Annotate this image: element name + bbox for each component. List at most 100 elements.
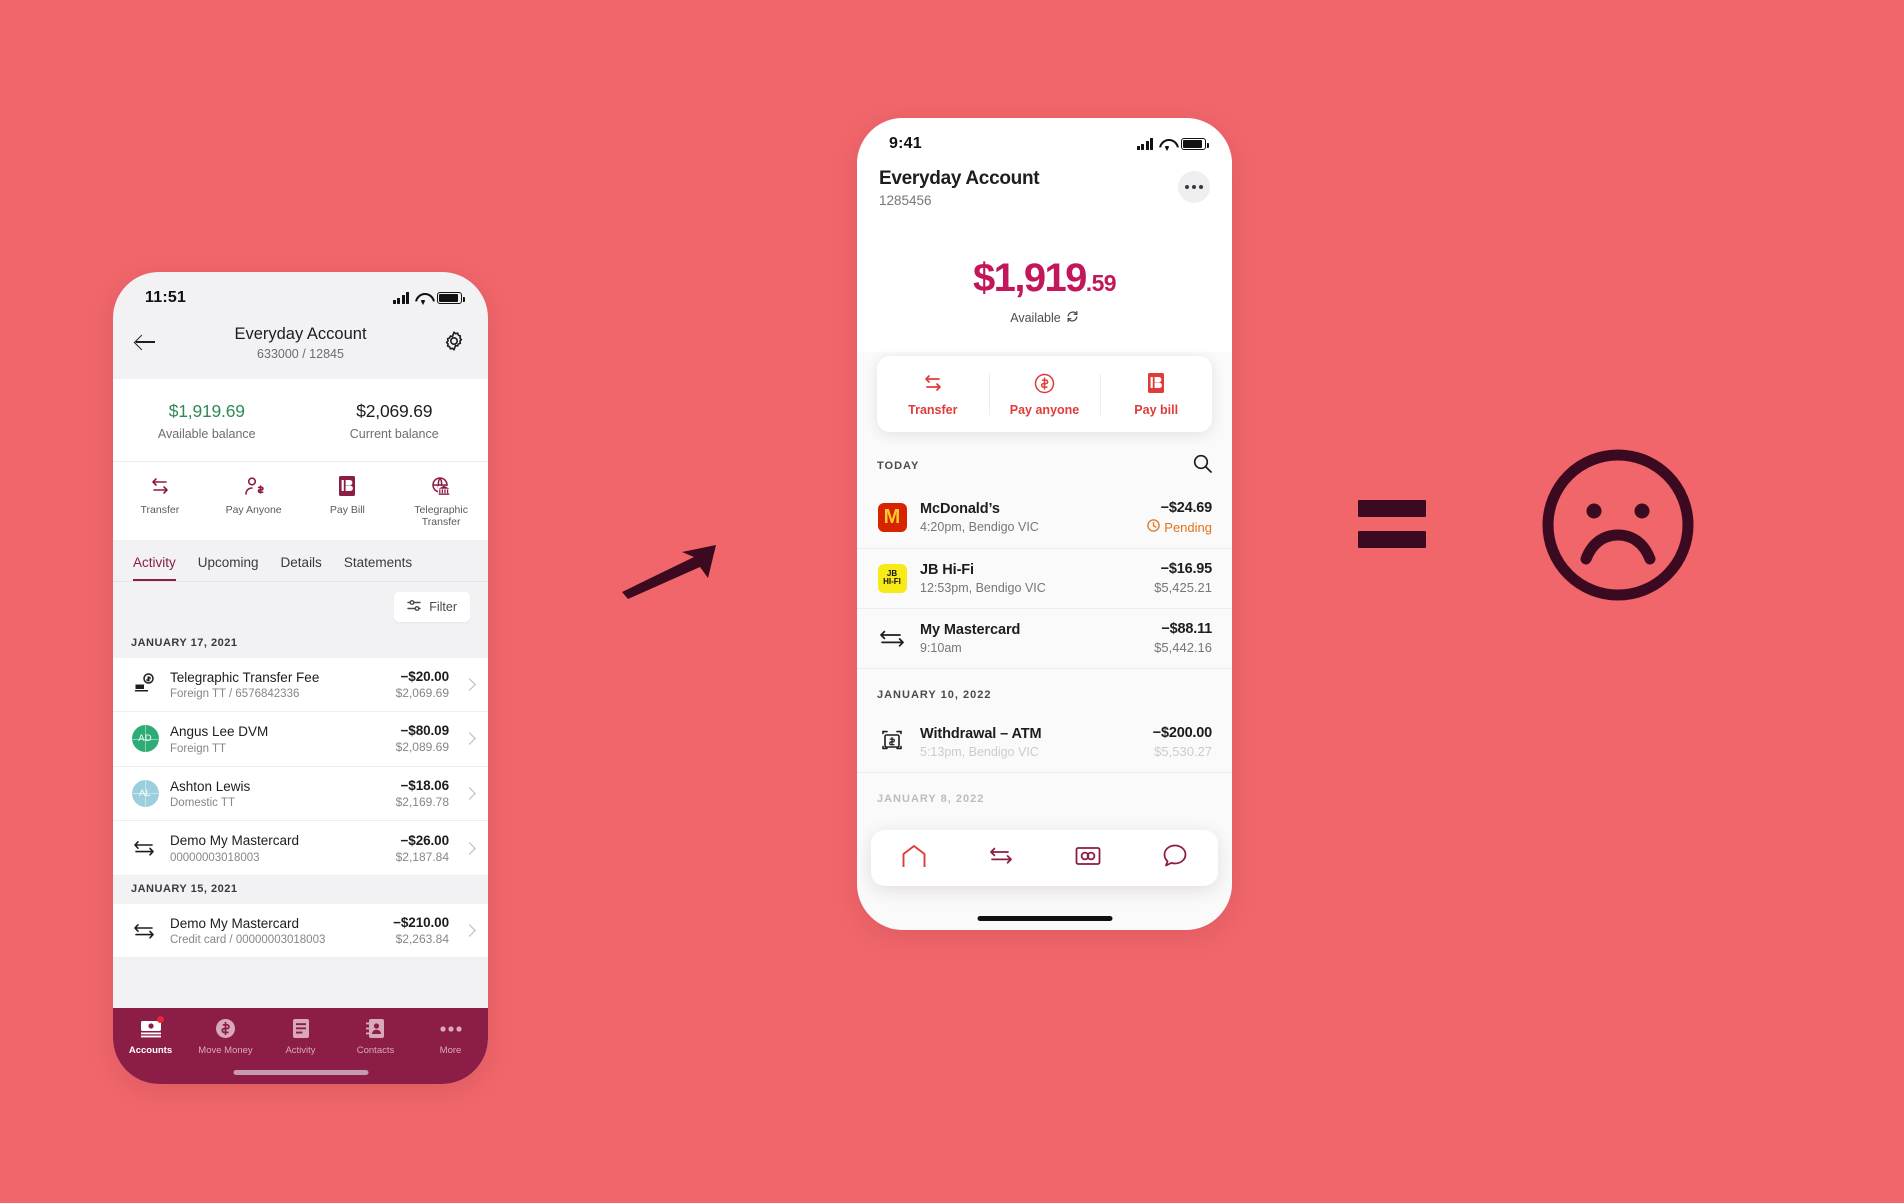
current-balance-amount: $2,069.69	[356, 400, 433, 421]
balance-row: $1,919.69 Available balance $2,069.69 Cu…	[113, 379, 488, 461]
table-cell-description: McDonald’s 4:20pm, Bendigo VIC	[920, 501, 1134, 534]
nav-item-accounts[interactable]: Accounts	[113, 1016, 188, 1056]
home-indicator	[233, 1070, 368, 1075]
table-row[interactable]: Demo My Mastercard 00000003018003 −$26.0…	[113, 821, 488, 876]
left-phone-mockup: 11:51 Everyday Account 633000 / 12845 $1…	[113, 272, 488, 1084]
quick-action-telegraphic-transfer[interactable]: Telegraphic Transfer	[394, 475, 488, 528]
tab-upcoming[interactable]: Upcoming	[198, 555, 259, 581]
table-row[interactable]: AL Ashton Lewis Domestic TT −$18.06 $2,1…	[113, 766, 488, 822]
mcdonalds-arches-icon: M	[877, 503, 907, 532]
transaction-amount: −$200.00	[1152, 725, 1212, 741]
left-balance-card: $1,919.69 Available balance $2,069.69 Cu…	[113, 378, 488, 540]
table-row[interactable]: AD Angus Lee DVM Foreign TT −$80.09 $2,0…	[113, 712, 488, 767]
transaction-amount: −$24.69	[1160, 500, 1213, 516]
ellipsis-circle-icon[interactable]	[1178, 171, 1210, 203]
quick-action-transfer[interactable]: Transfer	[877, 372, 989, 417]
date-header: JANUARY 10, 2022	[877, 689, 992, 701]
nav-label: Activity	[285, 1045, 316, 1056]
refresh-icon[interactable]	[1066, 310, 1079, 326]
today-section-header: TODAY	[857, 432, 1232, 488]
table-cell-description: Demo My Mastercard 00000003018003	[170, 832, 385, 864]
transaction-subtitle: 00000003018003	[170, 851, 260, 864]
gear-icon[interactable]	[442, 329, 468, 355]
quick-action-pay-anyone[interactable]: Pay anyone	[988, 372, 1101, 417]
chevron-right-icon	[463, 732, 476, 746]
page-title: Everyday Account	[879, 168, 1040, 189]
nav-item-home[interactable]	[871, 843, 958, 874]
table-cell-amount: −$26.00 $2,187.84	[396, 833, 449, 864]
table-row[interactable]: Demo My Mastercard Credit card / 0000000…	[113, 903, 488, 959]
back-arrow-icon[interactable]	[133, 329, 159, 355]
nav-item-chat[interactable]	[1131, 843, 1218, 874]
transaction-name: My Mastercard	[920, 621, 1021, 638]
status-icons	[1136, 138, 1209, 150]
nav-item-move-money[interactable]: Move Money	[188, 1018, 263, 1056]
dollar-circle-icon	[188, 1018, 263, 1039]
wifi-icon	[1159, 138, 1175, 150]
filter-button[interactable]: Filter	[394, 591, 470, 622]
transaction-amount: −$88.11	[1161, 621, 1212, 637]
search-icon[interactable]	[1193, 454, 1212, 478]
filter-label: Filter	[429, 599, 457, 614]
running-balance: $2,069.69	[395, 685, 449, 700]
transfer-arrows-icon	[877, 372, 989, 394]
tab-activity[interactable]: Activity	[133, 555, 176, 581]
transaction-amount: −$18.06	[400, 777, 450, 793]
avatar-initials: AD	[131, 725, 159, 753]
nav-item-transfer[interactable]	[958, 846, 1045, 870]
nav-item-cards[interactable]	[1045, 846, 1132, 871]
filter-sliders-icon	[407, 599, 422, 615]
table-row[interactable]: M McDonald’s 4:20pm, Bendigo VIC −$24.69…	[857, 488, 1232, 549]
home-indicator	[977, 916, 1112, 921]
table-cell-amount: −$24.69 Pending	[1147, 500, 1212, 535]
table-cell-description: My Mastercard 9:10am	[920, 622, 1141, 655]
table-cell-description: Ashton Lewis Domestic TT	[170, 778, 385, 810]
transaction-subtitle: 4:20pm, Bendigo VIC	[920, 520, 1039, 534]
battery-icon	[1181, 138, 1209, 150]
table-cell-amount: −$200.00 $5,530.27	[1153, 725, 1212, 759]
clock-icon	[1147, 519, 1161, 535]
home-icon	[900, 843, 928, 874]
current-balance-label: Current balance	[349, 426, 439, 441]
table-cell-description: Withdrawal – ATM 5:13pm, Bendigo VIC	[920, 726, 1140, 759]
nav-item-more[interactable]: More	[413, 1018, 488, 1056]
transaction-name: Demo My Mastercard	[170, 833, 300, 849]
nav-label: More	[439, 1045, 462, 1056]
right-status-bar: 9:41	[857, 118, 1232, 164]
chevron-right-icon	[463, 924, 476, 937]
table-row[interactable]: My Mastercard 9:10am −$88.11 $5,442.16	[857, 609, 1232, 669]
table-row[interactable]: Withdrawal – ATM 5:13pm, Bendigo VIC −$2…	[857, 713, 1232, 773]
merchant-logo-mcdonalds: M	[877, 503, 907, 533]
transaction-name: Telegraphic Transfer Fee	[170, 669, 320, 685]
accounts-cash-icon	[113, 1016, 188, 1039]
table-row[interactable]: JB HI-FI JB Hi-Fi 12:53pm, Bendigo VIC −$…	[857, 549, 1232, 609]
table-cell-amount: −$88.11 $5,442.16	[1154, 621, 1212, 655]
right-title-wrap: Everyday Account 1285456	[879, 168, 1178, 208]
tab-details[interactable]: Details	[281, 555, 322, 581]
left-account-header: Everyday Account 633000 / 12845	[113, 318, 488, 379]
list-lines-icon	[263, 1018, 338, 1039]
transaction-subtitle: Domestic TT	[170, 797, 235, 810]
tab-statements[interactable]: Statements	[344, 555, 412, 581]
bpay-icon	[1100, 372, 1212, 394]
person-dollar-icon	[207, 475, 301, 497]
nav-item-contacts[interactable]: Contacts	[338, 1018, 413, 1056]
transaction-amount: −$26.00	[400, 832, 450, 848]
nav-item-activity[interactable]: Activity	[263, 1018, 338, 1056]
left-bottom-nav: Accounts Move Money Activity Contacts Mo…	[113, 1008, 488, 1084]
transaction-amount: −$16.95	[1160, 561, 1213, 577]
transfer-arrows-icon	[877, 623, 907, 653]
quick-action-pay-bill[interactable]: Pay bill	[1100, 372, 1212, 417]
quick-action-pay-anyone[interactable]: Pay Anyone	[207, 475, 301, 528]
running-balance: $5,530.27	[1154, 744, 1212, 759]
date-header-clipped: JANUARY 8, 2022	[877, 793, 985, 805]
status-time: 9:41	[889, 135, 922, 152]
notification-badge	[156, 1016, 164, 1023]
quick-action-pay-bill[interactable]: Pay Bill	[301, 475, 395, 528]
merchant-logo-jbhifi: JB HI-FI	[877, 563, 907, 593]
table-cell-description: Telegraphic Transfer Fee Foreign TT / 65…	[170, 669, 385, 701]
running-balance: $2,169.78	[395, 794, 449, 809]
quick-action-transfer[interactable]: Transfer	[113, 475, 207, 528]
atm-icon	[877, 727, 907, 757]
table-row[interactable]: Telegraphic Transfer Fee Foreign TT / 65…	[113, 657, 488, 713]
